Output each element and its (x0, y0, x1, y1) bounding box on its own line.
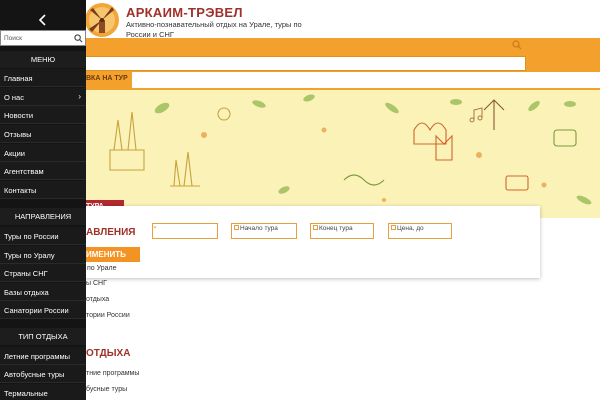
sidebar-item-home[interactable]: Главная (0, 69, 86, 87)
sidebar-item-reviews[interactable]: Отзывы (0, 125, 86, 143)
direction-select[interactable] (152, 223, 218, 239)
sidebar-item-sanatoriums[interactable]: Санатории России (0, 301, 86, 319)
chevron-left-icon[interactable] (36, 13, 50, 27)
sidebar-item-about[interactable]: О нас › (0, 88, 86, 106)
sidebar-item-agencies[interactable]: Агентствам (0, 162, 86, 180)
hero-banner (84, 90, 600, 218)
sidebar-item-ural-tours[interactable]: Туры по Уралу (0, 246, 86, 264)
sidebar-item-russia-tours[interactable]: Туры по России (0, 227, 86, 245)
filter-direction-option[interactable]: по Урале (87, 265, 117, 272)
content-link[interactable]: тории России (86, 312, 130, 319)
rest-type-heading: ОТДЫХА (86, 348, 131, 359)
sidebar-item-contacts[interactable]: Контакты (0, 181, 86, 199)
sidebar-item-cis-countries[interactable]: Страны СНГ (0, 264, 86, 282)
sidebar-rest-type-header: ТИП ОТДЫХА (0, 328, 86, 345)
hero-doodles (109, 94, 592, 205)
sidebar-item-label: О нас (4, 93, 24, 102)
tour-filter-panel (84, 206, 540, 278)
windmill-logo-icon[interactable] (84, 2, 120, 38)
tour-start-label: Начало тура (240, 225, 278, 232)
tour-end-label: Конец тура (319, 225, 353, 232)
site-brand[interactable]: АРКАИМ-ТРЭВЕЛ (126, 5, 243, 20)
site-search-input[interactable] (84, 56, 526, 71)
tour-end-field[interactable]: Конец тура (310, 223, 374, 239)
main-page: АРКАИМ-ТРЭВЕЛ Активно-познавательный отд… (0, 0, 600, 400)
content-link[interactable]: ы СНГ (86, 280, 107, 287)
subnav-tab-label: ВКА НА ТУР (86, 75, 128, 82)
sidebar-search (0, 30, 86, 46)
price-icon (391, 225, 396, 230)
calendar-icon (234, 225, 239, 230)
price-max-field[interactable]: Цена, до (388, 223, 452, 239)
apply-filter-button[interactable]: ИМЕНИТЬ (84, 247, 140, 262)
search-icon[interactable] (74, 34, 83, 43)
content-link[interactable]: тние программы (86, 370, 139, 377)
content-link[interactable]: бусные туры (86, 386, 127, 393)
sidebar-menu-header: МЕНЮ (0, 51, 86, 68)
price-max-label: Цена, до (397, 225, 424, 232)
sidebar-directions-header: НАПРАВЛЕНИЯ (0, 208, 86, 225)
sidebar-item-promotions[interactable]: Акции (0, 144, 86, 162)
site-tagline: Активно-познавательный отдых на Урале, т… (126, 20, 302, 39)
site-header: АРКАИМ-ТРЭВЕЛ Активно-познавательный отд… (0, 0, 600, 39)
sidebar-item-summer-programs[interactable]: Летние программы (0, 347, 86, 365)
sidebar-search-input[interactable] (4, 32, 70, 44)
search-icon[interactable] (512, 40, 522, 50)
sidebar-item-bus-tours[interactable]: Автобусные туры (0, 365, 86, 383)
chevron-right-icon: › (78, 92, 81, 101)
tour-start-field[interactable]: Начало тура (231, 223, 297, 239)
sidebar-item-thermal[interactable]: Термальные (0, 384, 86, 400)
chevron-down-icon: ⌄ (152, 223, 158, 230)
content-link[interactable]: отдыха (86, 296, 109, 303)
sidebar-item-rest-bases[interactable]: Базы отдыха (0, 283, 86, 301)
calendar-icon (313, 225, 318, 230)
sidebar-item-news[interactable]: Новости (0, 106, 86, 124)
sidebar-menu: МЕНЮ Главная О нас › Новости Отзывы Акции… (0, 0, 86, 400)
filter-directions-title: АВЛЕНИЯ (86, 227, 136, 238)
